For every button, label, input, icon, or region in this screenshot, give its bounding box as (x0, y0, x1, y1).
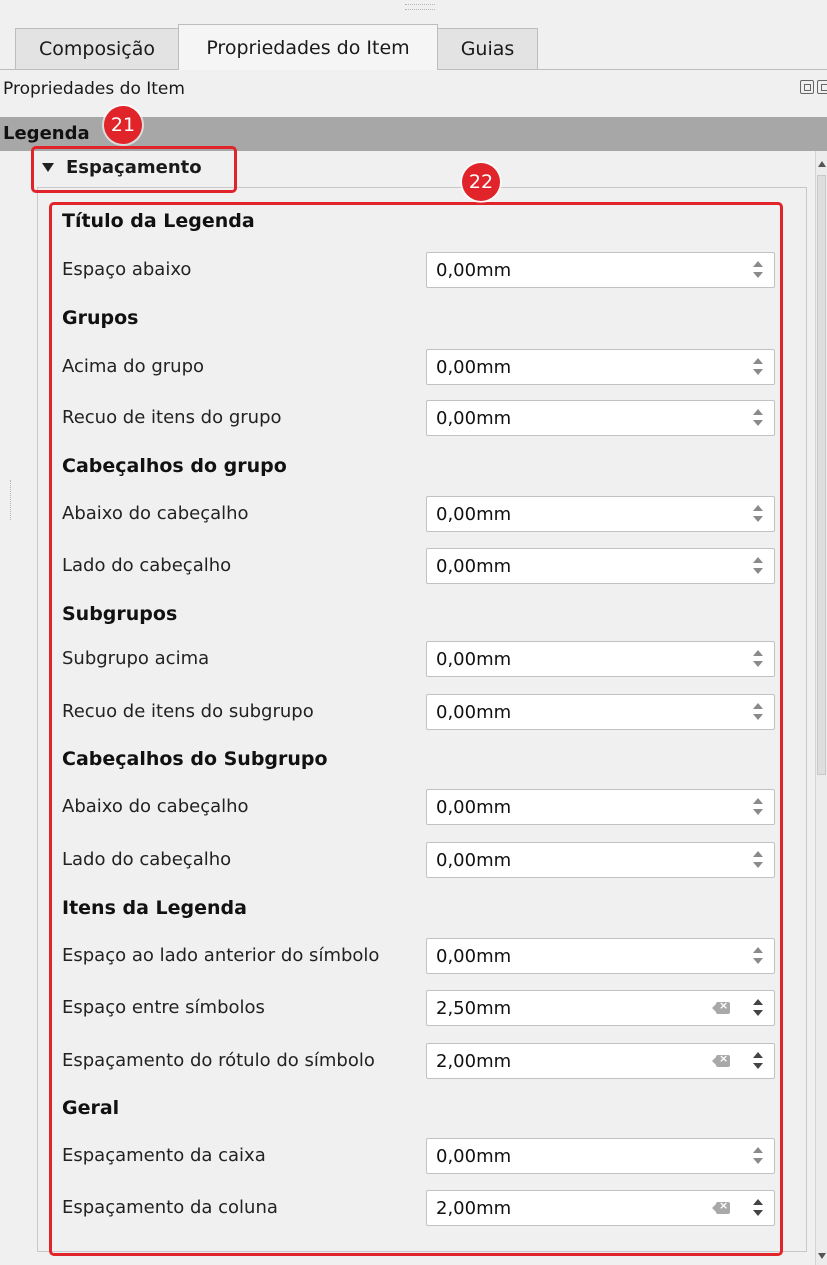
scroll-up-icon[interactable] (818, 161, 826, 167)
scroll-down-icon[interactable] (818, 1253, 826, 1259)
annotation-number: 22 (468, 171, 494, 193)
annotation-21-badge: 21 (104, 106, 142, 144)
tab-propriedades-do-item[interactable]: Propriedades do Item (178, 24, 438, 70)
close-window-icon[interactable] (817, 80, 827, 94)
tab-label: Composição (39, 38, 155, 60)
dock-buttons (800, 80, 827, 94)
dock-drag-handle[interactable] (405, 4, 435, 10)
vertical-scrollbar[interactable] (815, 151, 827, 1265)
annotation-number: 21 (110, 114, 136, 136)
tab-label: Guias (460, 38, 515, 60)
panel-title: Propriedades do Item (3, 79, 185, 99)
tab-composicao[interactable]: Composição (15, 28, 179, 69)
annotation-22-badge: 22 (462, 163, 500, 201)
annotation-22-highlight (49, 202, 783, 1256)
tab-label: Propriedades do Item (206, 36, 410, 59)
scrollbar-thumb[interactable] (817, 175, 826, 775)
section-header-title: Legenda (3, 123, 90, 144)
tab-guias[interactable]: Guias (437, 28, 538, 69)
float-window-icon[interactable] (800, 80, 814, 94)
annotation-21-highlight (31, 146, 237, 193)
splitter-handle[interactable] (10, 480, 14, 520)
